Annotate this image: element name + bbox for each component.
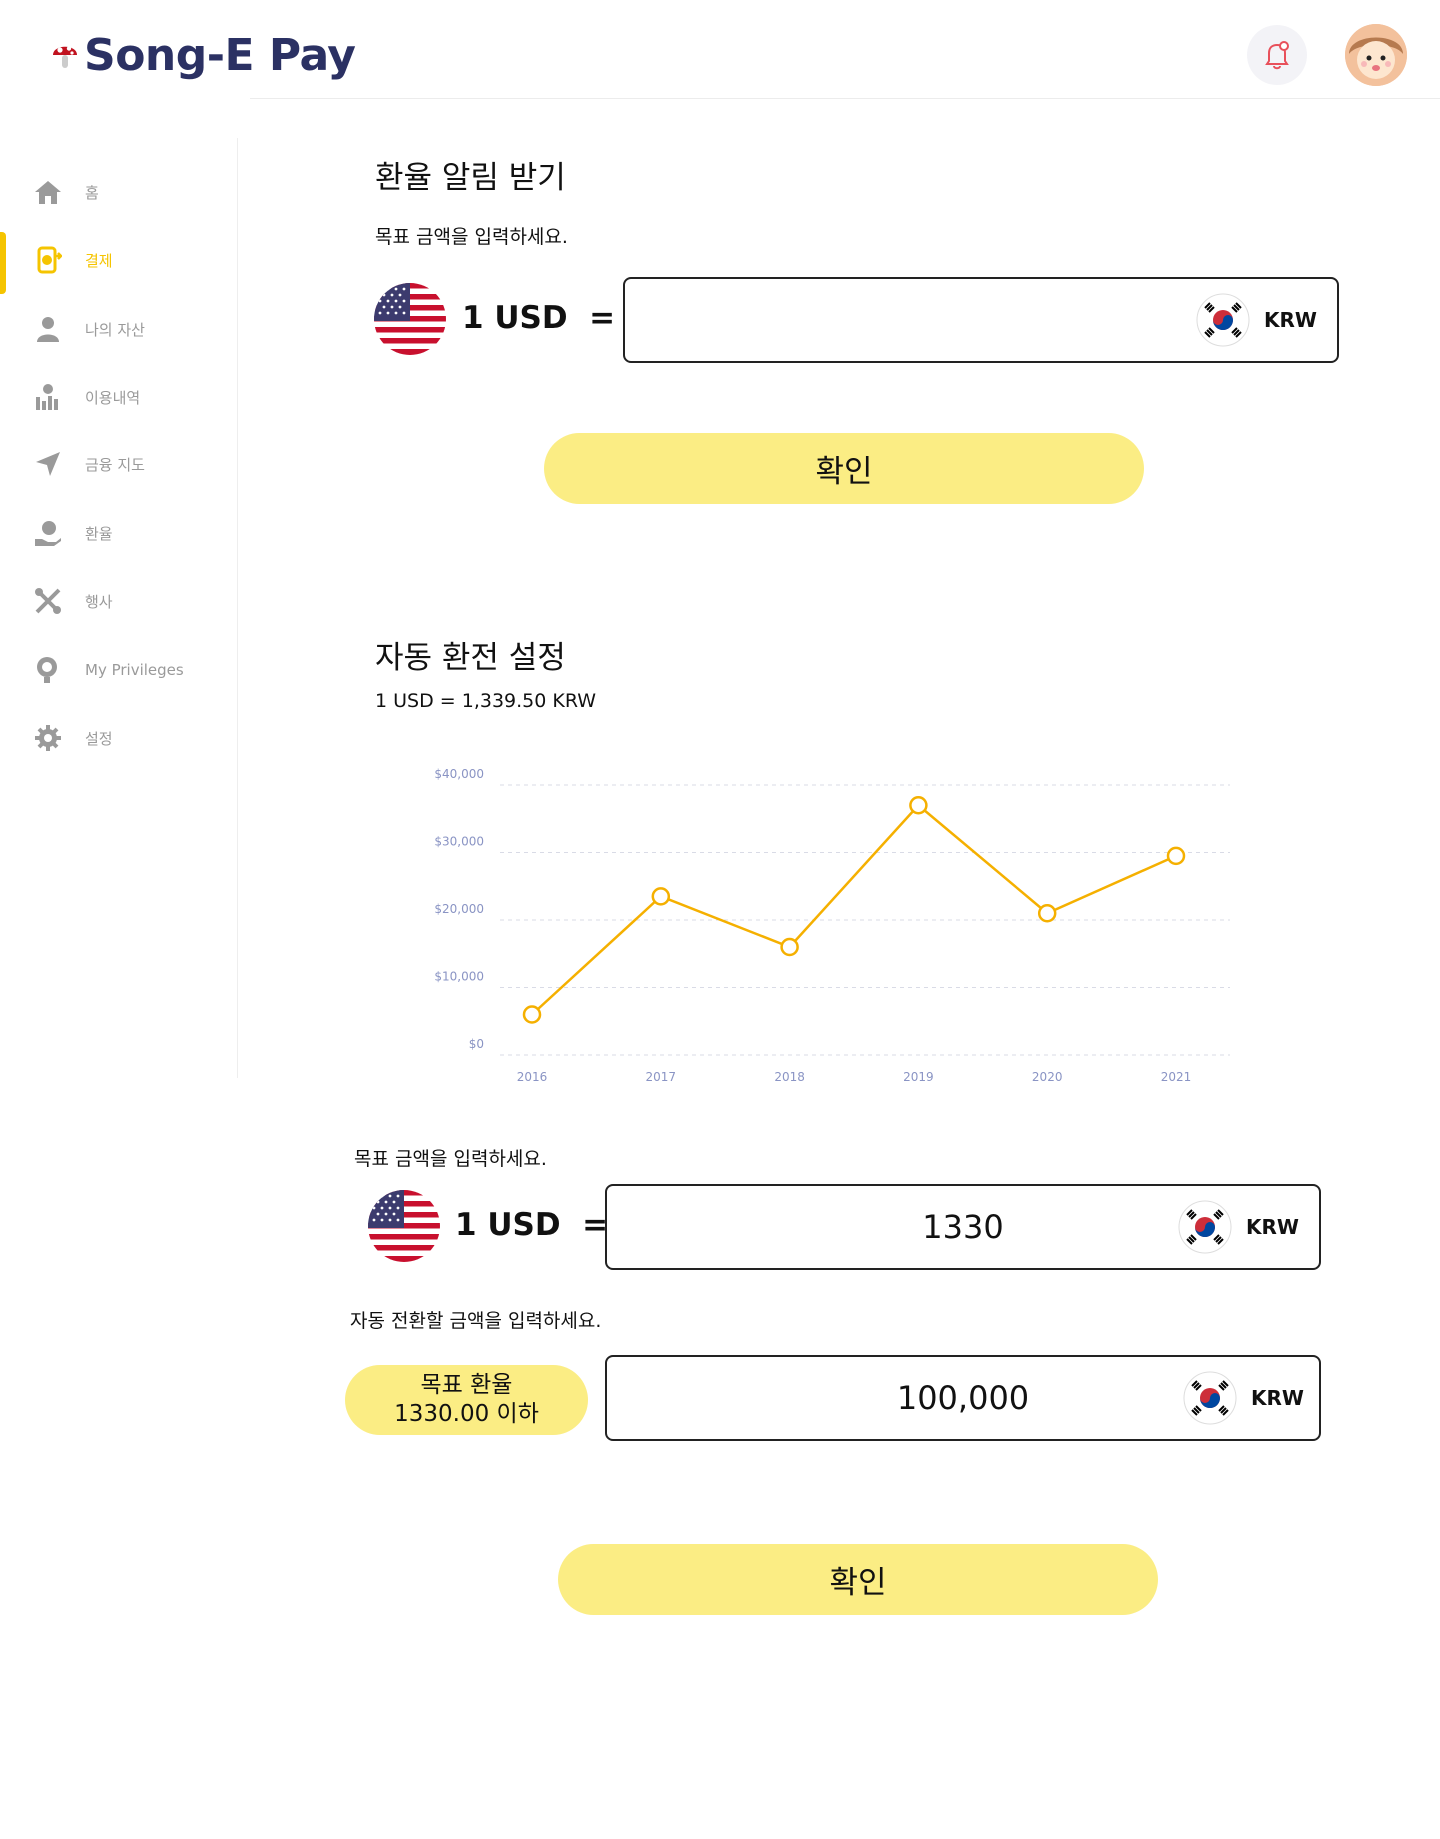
us-flag-icon [374, 283, 446, 355]
active-nav-indicator [0, 232, 6, 294]
sidebar-item-privileges[interactable]: My Privileges [33, 655, 184, 685]
header-divider [250, 98, 1440, 99]
payment-icon [33, 245, 63, 275]
data-point[interactable] [780, 937, 799, 957]
target-rate-badge-title: 목표 환율 [420, 1372, 513, 1399]
sidebar-item-label: 홈 [85, 183, 99, 202]
x-tick-label: 2017 [646, 1070, 677, 1084]
amount-instruction: 자동 전환할 금액을 입력하세요. [350, 1310, 602, 1332]
history-icon [33, 382, 63, 412]
auto-amount-input[interactable]: 100,000 KRW [605, 1355, 1321, 1441]
data-point[interactable] [909, 796, 928, 815]
app-name: Song-E Pay [84, 30, 356, 81]
gear-icon [33, 723, 63, 753]
data-point[interactable] [522, 1005, 542, 1024]
kr-flag-icon [1196, 293, 1250, 347]
avatar-face-icon [1345, 24, 1407, 86]
sidebar-item-history[interactable]: 이용내역 [33, 382, 140, 412]
alert-instruction: 목표 금액을 입력하세요. [375, 226, 568, 248]
x-tick-label: 2018 [774, 1070, 805, 1084]
x-tick-label: 2021 [1161, 1070, 1192, 1084]
target-rate-badge-value: 1330.00 이하 [394, 1401, 539, 1427]
user-avatar[interactable] [1345, 24, 1407, 86]
sidebar-item-label: 설정 [85, 729, 113, 748]
auto-confirm-button[interactable]: 확인 [558, 1544, 1158, 1615]
kr-flag-icon [1183, 1371, 1237, 1425]
base-currency-label: 1 USD = [455, 1207, 609, 1243]
sidebar-item-label: 행사 [85, 592, 113, 611]
data-point[interactable] [1166, 846, 1186, 866]
base-currency-label: 1 USD = [462, 300, 616, 336]
bell-icon [1265, 41, 1289, 70]
x-tick-label: 2016 [517, 1070, 548, 1084]
target-currency-label: KRW [1264, 308, 1317, 332]
target-rate-badge: 목표 환율 1330.00 이하 [345, 1365, 588, 1435]
x-tick-label: 2020 [1032, 1070, 1063, 1084]
us-flag-icon [368, 1190, 440, 1262]
y-tick-label: $10,000 [434, 970, 484, 984]
exchange-icon [33, 518, 63, 548]
notification-button[interactable] [1247, 25, 1307, 85]
y-tick-label: $40,000 [434, 767, 484, 781]
sidebar-item-exchange[interactable]: 환율 [33, 518, 113, 548]
sidebar-item-label: 이용내역 [85, 388, 141, 407]
event-tools-icon [33, 586, 63, 616]
auto-section-title: 자동 환전 설정 [375, 640, 566, 676]
sidebar-item-settings[interactable]: 설정 [33, 723, 113, 753]
sidebar-item-home[interactable]: 홈 [33, 177, 99, 207]
y-tick-label: $0 [469, 1037, 484, 1051]
privilege-icon [33, 655, 63, 685]
mushroom-icon [53, 45, 77, 68]
target-currency-label: KRW [1246, 1215, 1299, 1239]
series-line [531, 803, 1177, 1016]
sidebar-item-label: 환율 [85, 524, 113, 543]
auto-instruction: 목표 금액을 입력하세요. [354, 1148, 547, 1170]
sidebar-divider [237, 138, 238, 1078]
auto-target-input[interactable]: 1330 KRW [605, 1184, 1321, 1270]
x-tick-label: 2019 [903, 1070, 934, 1084]
data-point[interactable] [651, 887, 671, 906]
current-rate-text: 1 USD = 1,339.50 KRW [375, 690, 597, 712]
sidebar-item-payment[interactable]: 결제 [33, 245, 113, 275]
amount-currency-label: KRW [1251, 1386, 1304, 1410]
sidebar-item-finance-map[interactable]: 금융 지도 [33, 449, 145, 479]
alert-section-title: 환율 알림 받기 [375, 160, 566, 196]
sidebar-item-label: 결제 [85, 251, 113, 270]
user-icon [33, 314, 63, 344]
home-icon [33, 177, 63, 207]
alert-target-input[interactable]: KRW [623, 277, 1339, 363]
sidebar-item-label: 금융 지도 [85, 455, 145, 474]
y-tick-label: $20,000 [434, 902, 484, 916]
data-point[interactable] [1037, 904, 1057, 923]
sidebar-item-label: 나의 자산 [85, 320, 145, 339]
app-logo[interactable]: Song-E Pay [50, 30, 356, 81]
sidebar-item-event[interactable]: 행사 [33, 586, 113, 616]
alert-confirm-button[interactable]: 확인 [544, 433, 1144, 504]
y-tick-label: $30,000 [434, 835, 484, 849]
rate-history-chart: $0 $10,000 $20,000 $30,000 $40,000 2016 2017 20… [434, 767, 1230, 1084]
sidebar-item-assets[interactable]: 나의 자산 [33, 314, 145, 344]
map-arrow-icon [33, 449, 63, 479]
kr-flag-icon [1178, 1200, 1232, 1254]
sidebar-item-label: My Privileges [85, 661, 184, 679]
